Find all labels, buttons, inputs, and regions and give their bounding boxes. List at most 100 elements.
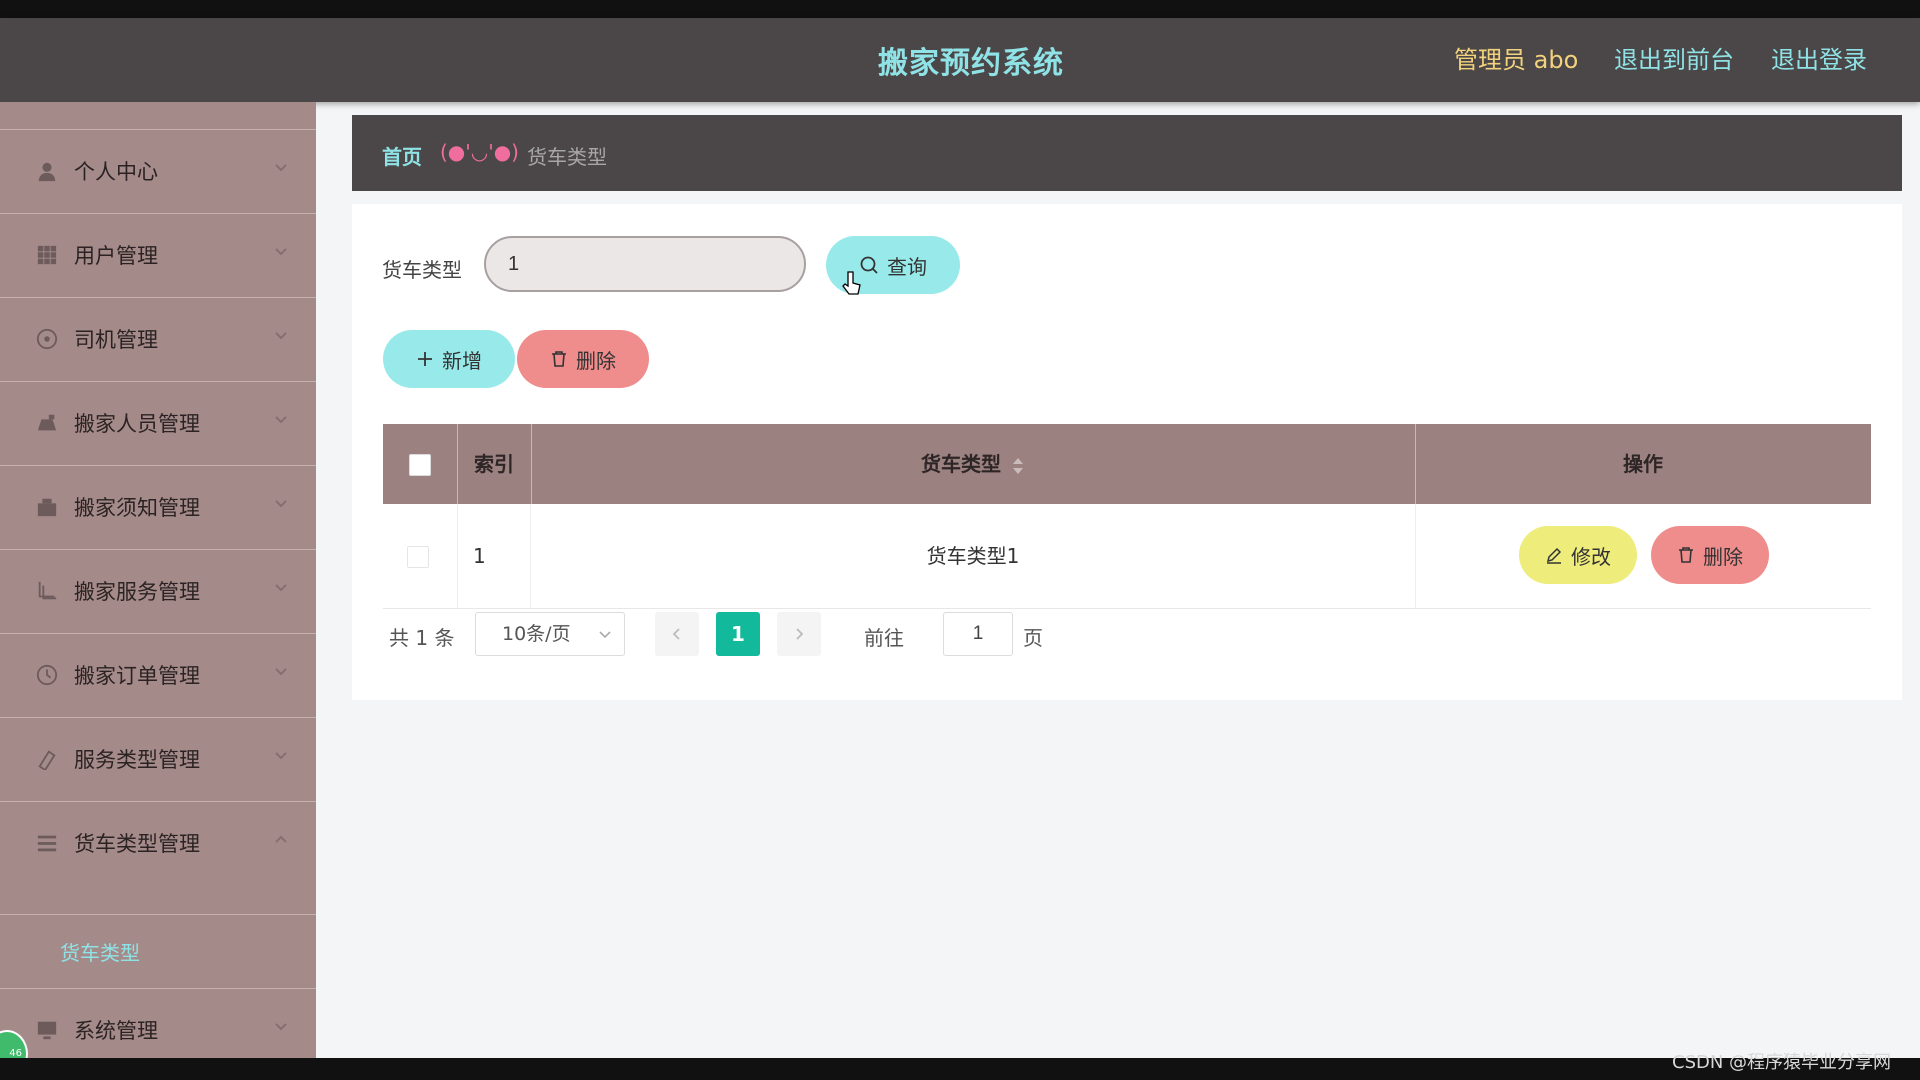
sidebar-item-label: 搬家订单管理 (74, 664, 200, 688)
page-size-value: 10条/页 (502, 623, 571, 645)
chevron-down-icon (275, 584, 287, 592)
sidebar-item-service[interactable]: 搬家服务管理 (0, 549, 316, 634)
sidebar-item-personal[interactable]: 个人中心 (0, 129, 316, 214)
row-actions: 修改 删除 (1415, 504, 1871, 608)
grid-icon (37, 245, 57, 265)
chevron-down-icon (275, 752, 287, 760)
row-checkbox-cell (383, 504, 458, 608)
row-checkbox[interactable] (407, 546, 429, 568)
chevron-down-icon (275, 164, 287, 172)
sidebar-item-label: 服务类型管理 (74, 748, 200, 772)
table-row: 1 货车类型1 修改 删除 (383, 504, 1871, 609)
sidebar-subitem-truck-type[interactable]: 货车类型 (0, 914, 316, 989)
page-size-select[interactable]: 10条/页 (475, 612, 625, 656)
service-icon (38, 581, 57, 600)
chevron-down-icon (599, 631, 611, 639)
breadcrumb: 首页 (●'◡'●) 货车类型 (352, 115, 1902, 191)
query-button-label: 查询 (887, 254, 927, 279)
sidebar-item-service-type[interactable]: 服务类型管理 (0, 717, 316, 802)
column-header-actions: 操作 (1623, 452, 1663, 476)
app-title: 搬家预约系统 (878, 46, 1064, 81)
truck-icon (37, 835, 57, 852)
trash-icon (552, 351, 566, 367)
search-icon (860, 256, 878, 274)
sidebar-item-truck-type[interactable]: 货车类型管理 (0, 801, 316, 886)
column-header-index: 索引 (457, 424, 532, 504)
add-button[interactable]: 新增 (383, 330, 515, 388)
column-header-truck-type[interactable]: 货车类型 (531, 424, 1416, 504)
select-all-checkbox[interactable] (409, 454, 431, 476)
watermark: CSDN @程序猿毕业分享网 (1672, 1052, 1892, 1073)
logout-link[interactable]: 退出登录 (1771, 40, 1867, 75)
breadcrumb-current: 货车类型 (527, 145, 607, 169)
edit-button[interactable]: 修改 (1519, 526, 1637, 584)
sidebar-item-notice[interactable]: 搬家须知管理 (0, 465, 316, 550)
prev-page-button[interactable] (655, 612, 699, 656)
batch-delete-button[interactable]: 删除 (517, 330, 649, 388)
user-icon (38, 162, 56, 182)
sidebar-item-movers[interactable]: 搬家人员管理 (0, 381, 316, 466)
sidebar-item-drivers[interactable]: 司机管理 (0, 297, 316, 382)
chevron-down-icon (275, 500, 287, 508)
table-header: 索引 货车类型 操作 (383, 424, 1871, 504)
add-button-label: 新增 (442, 348, 482, 373)
screen-bottom-bar (0, 1058, 1920, 1080)
chevron-up-icon (275, 835, 287, 843)
pagination-total: 共 1 条 (389, 626, 455, 650)
row-delete-button-label: 删除 (1703, 544, 1743, 569)
goto-page-input[interactable] (943, 612, 1013, 656)
plus-icon (418, 352, 432, 366)
sidebar-item-label: 系统管理 (74, 1019, 158, 1043)
sidebar: 个人中心 用户管理 司机管理 搬家人员管理 搬家须知管理 搬家服务管理 搬家订单… (0, 102, 316, 1078)
breadcrumb-decoration: (●'◡'●) (440, 140, 519, 164)
data-table: 索引 货车类型 操作 1 货车类型1 修改 删除 (383, 424, 1871, 609)
front-link[interactable]: 退出到前台 (1614, 40, 1734, 75)
sidebar-item-label: 用户管理 (74, 244, 158, 268)
chevron-down-icon (275, 1023, 287, 1031)
search-label: 货车类型 (382, 258, 462, 282)
header: 搬家预约系统 管理员 abo 退出到前台 退出登录 (0, 18, 1920, 102)
trash-icon (1679, 547, 1693, 563)
sidebar-item-orders[interactable]: 搬家订单管理 (0, 633, 316, 718)
page-number-current[interactable]: 1 (716, 612, 760, 656)
search-input[interactable] (484, 236, 806, 292)
delete-button-label: 删除 (576, 348, 616, 373)
row-index: 1 (457, 504, 531, 608)
user-label: 管理员 abo (1454, 46, 1579, 74)
edit-icon (1546, 547, 1562, 564)
driver-icon (36, 328, 58, 350)
main-panel: 货车类型 查询 新增 删除 索引 货车类型 操作 1 货车类型1 (352, 204, 1902, 700)
type-icon (38, 750, 56, 770)
order-icon (36, 664, 58, 686)
sidebar-item-label: 搬家服务管理 (74, 580, 200, 604)
chevron-down-icon (275, 416, 287, 424)
sidebar-subitem-label: 货车类型 (60, 941, 140, 965)
worker-icon (37, 414, 57, 431)
page-suffix: 页 (1023, 626, 1043, 650)
row-delete-button[interactable]: 删除 (1651, 526, 1769, 584)
sidebar-item-label: 个人中心 (74, 160, 158, 184)
screen-top-bar (0, 0, 1920, 18)
column-header-label: 货车类型 (921, 452, 1001, 476)
notice-icon (37, 498, 57, 517)
goto-label: 前往 (864, 626, 904, 650)
breadcrumb-home[interactable]: 首页 (382, 141, 422, 170)
sidebar-item-label: 搬家人员管理 (74, 412, 200, 436)
chevron-down-icon (275, 248, 287, 256)
chevron-down-icon (275, 332, 287, 340)
row-truck-type: 货车类型1 (531, 504, 1416, 608)
mouse-cursor-icon (842, 271, 861, 295)
sidebar-item-label: 货车类型管理 (74, 832, 200, 856)
chevron-right-icon (796, 628, 804, 640)
edit-button-label: 修改 (1571, 544, 1611, 569)
sidebar-item-label: 司机管理 (74, 328, 158, 352)
pagination: 共 1 条 10条/页 1 前往 页 (383, 612, 1383, 658)
chevron-left-icon (672, 628, 680, 640)
chevron-down-icon (275, 668, 287, 676)
system-icon (37, 1021, 57, 1040)
sort-icon[interactable] (1011, 456, 1025, 476)
next-page-button[interactable] (777, 612, 821, 656)
sidebar-item-users[interactable]: 用户管理 (0, 213, 316, 298)
sidebar-item-label: 搬家须知管理 (74, 496, 200, 520)
header-checkbox-cell (383, 424, 458, 504)
